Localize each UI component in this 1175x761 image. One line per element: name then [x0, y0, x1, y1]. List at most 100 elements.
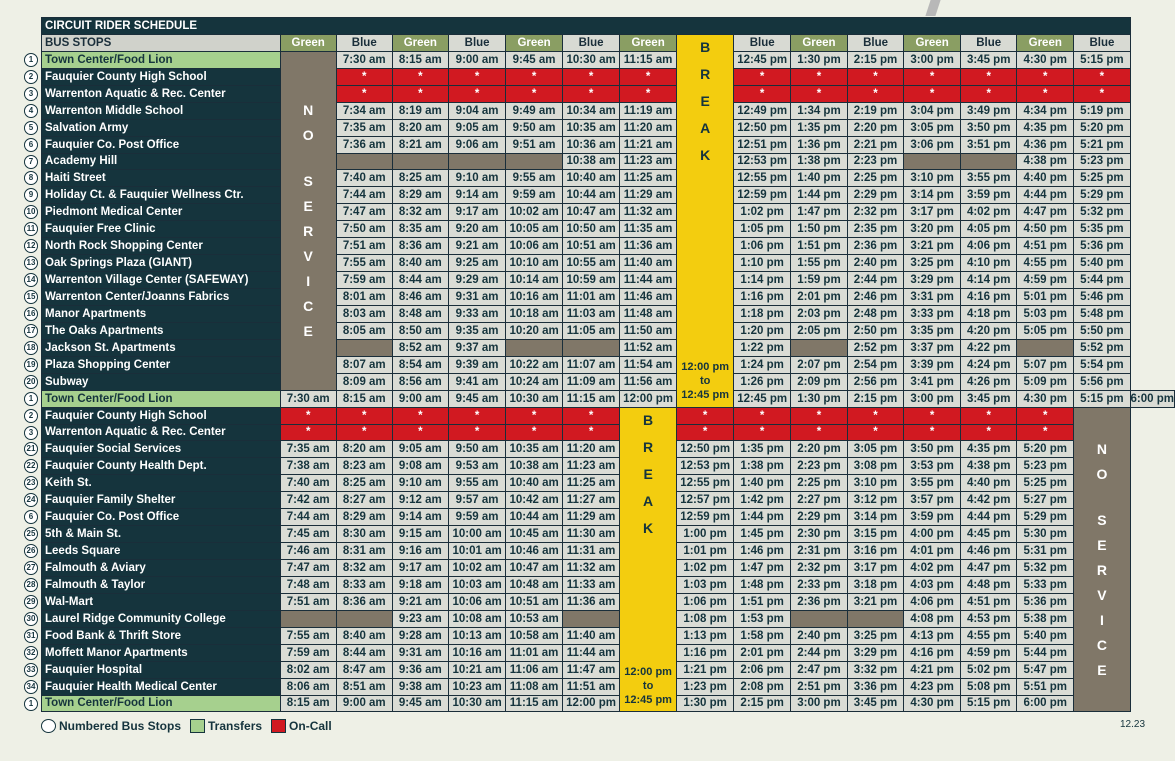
time-cell: 9:14 am [447, 186, 507, 205]
time-cell: 10:00 am [447, 525, 507, 544]
break-letter: K [643, 519, 654, 536]
time-cell: 10:40 am [505, 474, 563, 493]
time-cell: 8:07 am [335, 355, 393, 374]
blank-cell [561, 338, 621, 357]
stop-row: 2 Fauquier County High School * * * * * * * * * * * *… [24, 67, 1175, 86]
oncall-cell: * [789, 406, 848, 425]
time-cell: 5:21 pm [1073, 135, 1131, 154]
stop-name: 33 Fauquier Hospital [24, 660, 281, 679]
time-cell: 10:05 am [505, 220, 563, 239]
time-cell: 12:00 pm [561, 694, 621, 713]
schedule-table: CIRCUIT RIDER SCHEDULE BUS STOPS Green Blue… [24, 17, 1175, 713]
time-cell: 10:24 am [505, 372, 563, 391]
time-cell: 11:01 am [505, 643, 563, 662]
time-cell: 10:18 am [505, 304, 563, 323]
stop-row: 24 Fauquier Family Shelter 7:42 am 8:27 am 9… [24, 491, 1175, 510]
stop-label: Fauquier Family Shelter [45, 494, 176, 507]
time-cell: 4:51 pm [960, 592, 1018, 611]
stop-label: Salvation Army [45, 121, 129, 134]
time-cell: 7:48 am [279, 575, 337, 594]
oncall-cell: * [789, 84, 848, 103]
stop-name: 27 Falmouth & Aviary [24, 559, 281, 577]
time-cell: 1:08 pm [675, 609, 735, 628]
blank-cell [903, 152, 962, 171]
route-header: Green [279, 33, 337, 52]
time-cell: 10:48 am [505, 575, 563, 594]
no-service-letter: E [303, 323, 313, 340]
time-cell: 4:02 pm [960, 203, 1018, 222]
no-service-letter: N [303, 102, 314, 119]
time-cell: 9:51 am [505, 135, 563, 154]
time-cell: 9:36 am [391, 660, 449, 679]
time-cell: 2:44 pm [846, 271, 905, 289]
time-cell: 8:25 am [391, 169, 449, 188]
stop-number-badge: 6 [24, 510, 38, 525]
time-cell: 1:03 pm [675, 575, 735, 594]
time-cell: 11:05 am [561, 321, 621, 340]
stop-label: Warrenton Aquatic & Rec. Center [45, 87, 226, 100]
stop-label: Fauquier Health Medical Center [45, 680, 217, 693]
time-cell: 1:47 pm [733, 559, 791, 577]
stop-name: 31 Food Bank & Thrift Store [24, 626, 281, 645]
oncall-swatch [271, 719, 287, 733]
time-cell: 9:10 am [447, 169, 507, 188]
break-time-line: 12:45 pm [681, 389, 729, 402]
time-cell: 2:40 pm [789, 626, 848, 645]
stop-name: 15 Warrenton Center/Joanns Fabrics [24, 288, 281, 306]
blank-cell [789, 338, 848, 357]
time-cell: 11:21 am [619, 135, 677, 154]
time-cell: 4:18 pm [960, 304, 1018, 323]
time-cell: 2:31 pm [789, 542, 848, 560]
stop-label: Town Center/Food Lion [45, 697, 173, 710]
time-cell: 2:33 pm [789, 575, 848, 594]
stop-name: 2 Fauquier County High School [24, 67, 281, 86]
stop-row: 28 Falmouth & Taylor 7:48 am 8:33 am 9:18 am… [24, 575, 1175, 594]
time-cell: 8:02 am [279, 660, 337, 679]
route-header: Green [903, 33, 962, 52]
time-cell: 10:20 am [505, 321, 563, 340]
time-cell: 5:08 pm [960, 677, 1018, 696]
time-cell: 9:00 am [335, 694, 393, 713]
stop-name: 28 Falmouth & Taylor [24, 575, 281, 594]
time-cell: 9:18 am [391, 575, 449, 594]
time-cell: 2:15 pm [733, 694, 791, 713]
stop-name: 4 Warrenton Middle School [24, 101, 281, 120]
time-cell: 8:36 am [335, 592, 393, 611]
break-time: 12:00 pm to 12:45 pm [681, 360, 729, 403]
time-cell: 4:50 pm [1016, 220, 1075, 239]
time-cell: 5:19 pm [1073, 101, 1131, 120]
stop-number-badge: 24 [24, 493, 38, 508]
time-cell: 11:23 am [561, 457, 621, 476]
stop-name: 20 Subway [24, 372, 281, 391]
stop-number-badge: 1 [24, 391, 38, 406]
stop-name: 24 Fauquier Family Shelter [24, 491, 281, 510]
stop-name: 23 Keith St. [24, 474, 281, 493]
time-cell: 8:15 am [279, 694, 337, 713]
time-cell: 3:05 pm [903, 118, 962, 137]
oncall-cell: * [1016, 406, 1075, 425]
blank-cell [447, 152, 507, 171]
time-cell: 4:59 pm [960, 643, 1018, 662]
time-cell: 3:55 pm [960, 169, 1018, 188]
stop-label: Fauquier Social Services [45, 443, 182, 456]
time-cell: 6:00 pm [1129, 389, 1175, 408]
no-service-text: NOSERVICE [1075, 408, 1129, 711]
time-cell: 5:05 pm [1016, 321, 1075, 340]
time-cell: 3:04 pm [903, 101, 962, 120]
time-cell: 1:55 pm [789, 254, 848, 273]
time-cell: 2:23 pm [789, 457, 848, 476]
time-cell: 7:59 am [279, 643, 337, 662]
time-cell: 11:56 am [619, 372, 677, 391]
time-cell: 8:44 am [391, 271, 449, 289]
stop-name: 8 Haiti Street [24, 169, 281, 188]
time-cell: 2:56 pm [846, 372, 905, 391]
stop-label: Plaza Shopping Center [45, 358, 171, 371]
time-cell: 5:27 pm [1016, 491, 1075, 510]
time-cell: 10:51 am [505, 592, 563, 611]
time-cell: 5:56 pm [1073, 372, 1131, 391]
time-cell: 10:55 am [561, 254, 621, 273]
time-cell: 10:14 am [505, 271, 563, 289]
stop-row: 17 The Oaks Apartments 8:05 am 8:50 am 9:35 … [24, 321, 1175, 340]
time-cell: 11:51 am [561, 677, 621, 696]
time-cell: 8:05 am [335, 321, 393, 340]
